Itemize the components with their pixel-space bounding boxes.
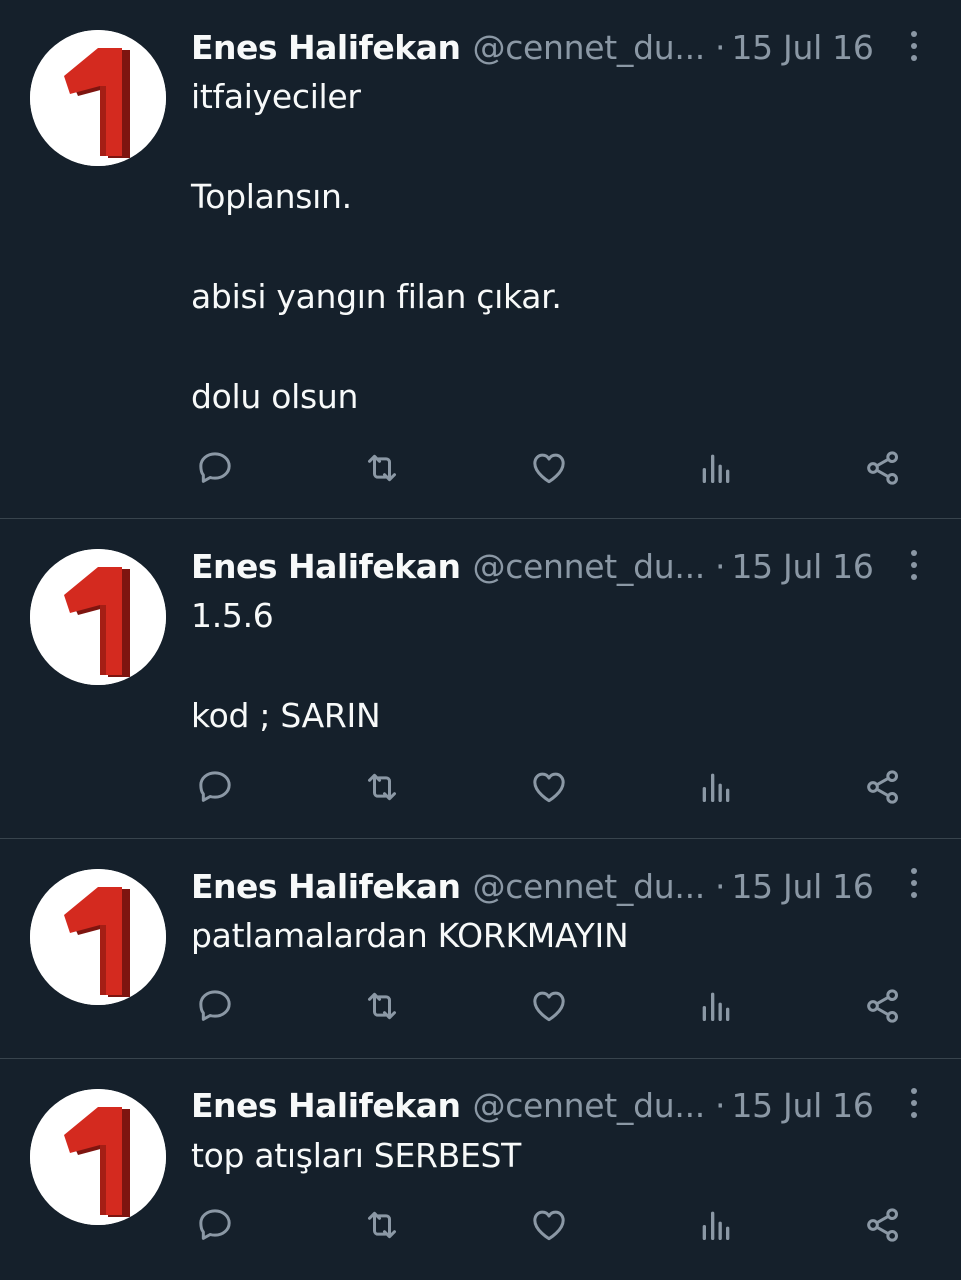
views-button[interactable]	[692, 1201, 740, 1249]
tweet-text-line: top atışları SERBEST	[191, 1136, 522, 1175]
like-button[interactable]	[525, 1201, 573, 1249]
views-icon	[702, 1211, 730, 1240]
tweet-text-line	[191, 322, 921, 372]
views-icon	[702, 992, 730, 1021]
author-handle[interactable]: @cennet_du...	[473, 547, 706, 586]
tweet-text-line: itfaiyeciler	[191, 77, 361, 116]
retweet-button[interactable]	[358, 444, 406, 492]
tweet-date[interactable]: 15 Jul 16	[731, 28, 873, 67]
author-name[interactable]: Enes Halifekan	[191, 1086, 461, 1125]
reply-button[interactable]	[191, 763, 239, 811]
share-icon	[867, 451, 898, 485]
tweet-date[interactable]: 15 Jul 16	[731, 867, 873, 906]
tweet-text-line	[191, 122, 921, 172]
like-button[interactable]	[525, 982, 573, 1030]
tweet-header: Enes Halifekan @cennet_du... · 15 Jul 16	[191, 544, 931, 588]
tweet[interactable]: Enes Halifekan @cennet_du... · 15 Jul 16…	[0, 839, 961, 1059]
author-name[interactable]: Enes Halifekan	[191, 867, 461, 906]
tweet-text-line: Toplansın.	[191, 177, 352, 216]
views-button[interactable]	[692, 763, 740, 811]
views-icon	[702, 454, 730, 483]
tweet-date[interactable]: 15 Jul 16	[731, 1086, 873, 1125]
tweet[interactable]: Enes Halifekan @cennet_du... · 15 Jul 16…	[0, 1059, 961, 1280]
avatar-number-one-icon	[30, 1089, 166, 1225]
avatar[interactable]	[30, 549, 166, 685]
views-button[interactable]	[692, 444, 740, 492]
reply-button[interactable]	[191, 1201, 239, 1249]
share-button[interactable]	[859, 763, 907, 811]
tweet-text-line: dolu olsun	[191, 377, 359, 416]
avatar[interactable]	[30, 869, 166, 1005]
more-options-icon[interactable]	[901, 863, 927, 903]
avatar[interactable]	[30, 30, 166, 166]
share-icon	[867, 989, 898, 1023]
tweet-text: 1.5.6 kod ; SARIN	[191, 591, 921, 741]
more-options-icon[interactable]	[901, 26, 927, 66]
action-bar	[191, 982, 911, 1030]
share-button[interactable]	[859, 1201, 907, 1249]
like-button[interactable]	[525, 763, 573, 811]
like-button[interactable]	[525, 444, 573, 492]
avatar-number-one-icon	[30, 869, 166, 1005]
retweet-button[interactable]	[358, 982, 406, 1030]
action-bar	[191, 444, 911, 492]
retweet-icon	[368, 1211, 396, 1239]
retweet-button[interactable]	[358, 763, 406, 811]
retweet-icon	[368, 773, 396, 801]
avatar-number-one-icon	[30, 30, 166, 166]
author-name[interactable]: Enes Halifekan	[191, 28, 461, 67]
action-bar	[191, 1201, 911, 1249]
share-icon	[867, 1208, 898, 1242]
share-icon	[867, 770, 898, 804]
views-button[interactable]	[692, 982, 740, 1030]
tweet[interactable]: Enes Halifekan @cennet_du... · 15 Jul 16…	[0, 519, 961, 839]
tweet-date[interactable]: 15 Jul 16	[731, 547, 873, 586]
author-handle[interactable]: @cennet_du...	[473, 867, 706, 906]
reply-icon	[199, 771, 231, 802]
like-icon	[533, 772, 565, 803]
share-button[interactable]	[859, 444, 907, 492]
author-name[interactable]: Enes Halifekan	[191, 547, 461, 586]
reply-icon	[199, 990, 231, 1021]
tweet-header: Enes Halifekan @cennet_du... · 15 Jul 16	[191, 864, 931, 908]
reply-icon	[199, 1209, 231, 1240]
reply-icon	[199, 452, 231, 483]
tweet-text-line: abisi yangın filan çıkar.	[191, 277, 562, 316]
reply-button[interactable]	[191, 444, 239, 492]
header-separator: ·	[714, 1085, 726, 1125]
more-options-icon[interactable]	[901, 545, 927, 585]
reply-button[interactable]	[191, 982, 239, 1030]
views-icon	[702, 773, 730, 802]
tweet-text-line: 1.5.6	[191, 596, 274, 635]
more-options-icon[interactable]	[901, 1083, 927, 1123]
tweet-header: Enes Halifekan @cennet_du... · 15 Jul 16	[191, 1083, 931, 1127]
tweet-text-line	[191, 641, 921, 691]
header-separator: ·	[714, 866, 726, 906]
tweet-text-line: kod ; SARIN	[191, 696, 381, 735]
tweet-text: patlamalardan KORKMAYIN	[191, 911, 921, 961]
avatar[interactable]	[30, 1089, 166, 1225]
tweet-text-line	[191, 222, 921, 272]
like-icon	[533, 453, 565, 484]
retweet-icon	[368, 992, 396, 1020]
share-button[interactable]	[859, 982, 907, 1030]
tweet-text: itfaiyeciler Toplansın. abisi yangın filan…	[191, 72, 921, 422]
like-icon	[533, 991, 565, 1022]
tweet-text: top atışları SERBEST	[191, 1131, 921, 1181]
tweet-text-line: patlamalardan KORKMAYIN	[191, 916, 629, 955]
header-separator: ·	[714, 546, 726, 586]
avatar-number-one-icon	[30, 549, 166, 685]
header-separator: ·	[714, 27, 726, 67]
author-handle[interactable]: @cennet_du...	[473, 28, 706, 67]
tweet-header: Enes Halifekan @cennet_du... · 15 Jul 16	[191, 25, 931, 69]
retweet-icon	[368, 454, 396, 482]
retweet-button[interactable]	[358, 1201, 406, 1249]
tweet[interactable]: Enes Halifekan @cennet_du... · 15 Jul 16…	[0, 0, 961, 519]
like-icon	[533, 1210, 565, 1241]
action-bar	[191, 763, 911, 811]
author-handle[interactable]: @cennet_du...	[473, 1086, 706, 1125]
